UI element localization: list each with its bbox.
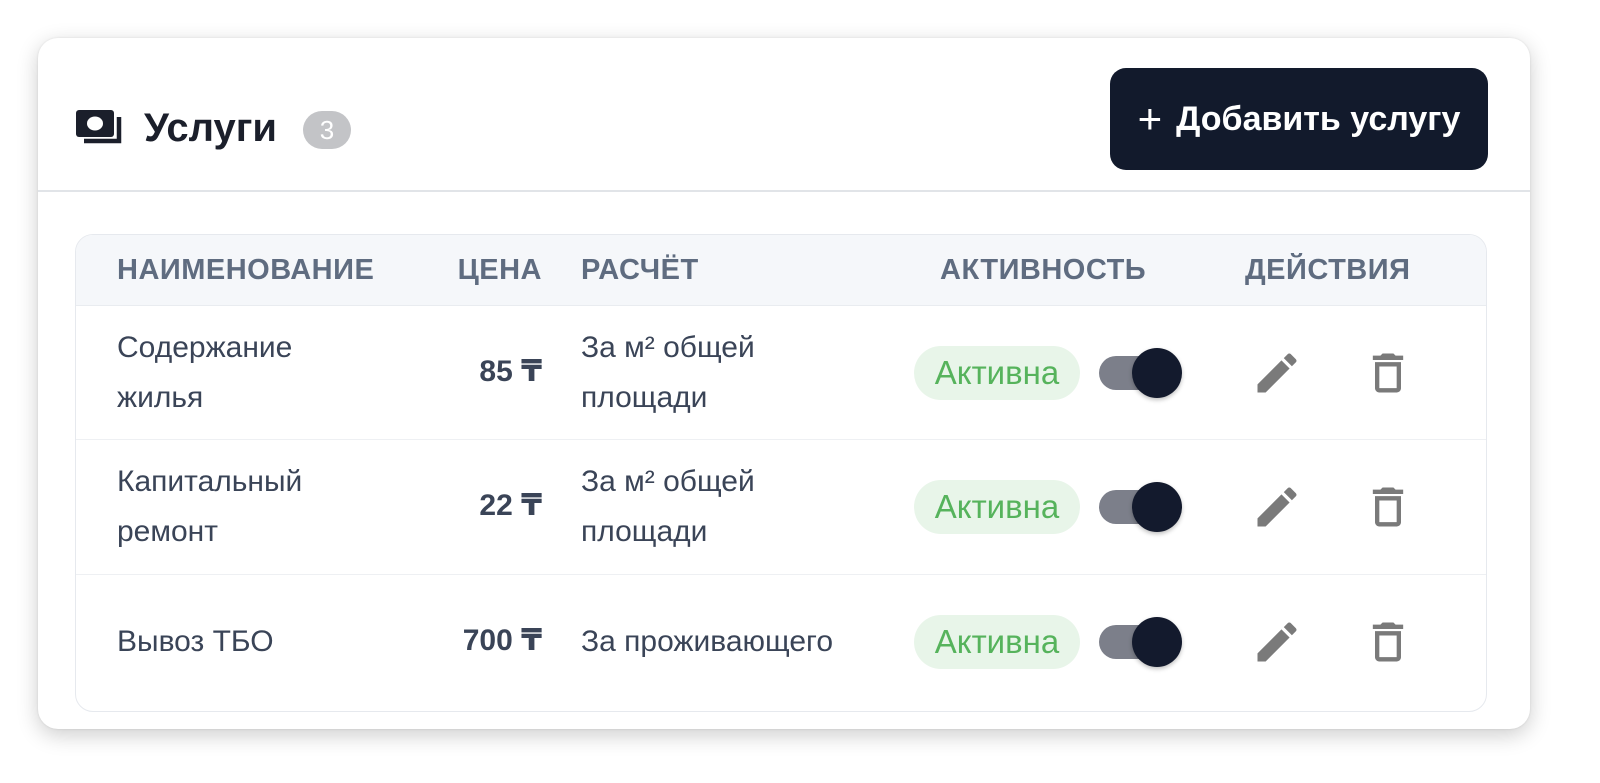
trash-icon[interactable]	[1362, 481, 1414, 533]
table-row: Капитальный ремонт 22 ₸ За м² общей площ…	[76, 440, 1486, 575]
service-calc: За м² общей площади	[581, 465, 755, 548]
toggle-thumb	[1132, 617, 1182, 667]
table-header: НАИМЕНОВАНИЕ ЦЕНА РАСЧЁТ АКТИВНОСТЬ ДЕЙС…	[76, 235, 1486, 306]
activity-toggle[interactable]	[1099, 348, 1183, 398]
service-price: 22 ₸	[479, 489, 542, 522]
table-row: Вывоз ТБО 700 ₸ За проживающего Активна	[76, 575, 1486, 709]
pencil-icon[interactable]	[1251, 347, 1303, 399]
trash-icon[interactable]	[1362, 616, 1414, 668]
table-row: Содержание жилья 85 ₸ За м² общей площад…	[76, 306, 1486, 440]
service-name: Содержание жилья	[117, 331, 293, 414]
activity-toggle[interactable]	[1099, 617, 1183, 667]
service-name: Капитальный ремонт	[117, 465, 303, 548]
service-price: 700 ₸	[462, 624, 542, 657]
status-badge: Активна	[914, 615, 1080, 669]
service-calc: За проживающего	[581, 625, 834, 658]
column-header-name: НАИМЕНОВАНИЕ	[117, 254, 375, 286]
trash-icon[interactable]	[1362, 347, 1414, 399]
pencil-icon[interactable]	[1251, 616, 1303, 668]
service-calc: За м² общей площади	[581, 331, 755, 414]
card-header: Услуги 3 + Добавить услугу	[38, 38, 1530, 192]
toggle-thumb	[1132, 348, 1182, 398]
pencil-icon[interactable]	[1251, 481, 1303, 533]
page-title: Услуги	[144, 106, 277, 150]
activity-toggle[interactable]	[1099, 482, 1183, 532]
service-price: 85 ₸	[479, 355, 542, 388]
status-badge: Активна	[914, 480, 1080, 534]
column-header-calc: РАСЧЁТ	[581, 254, 699, 286]
add-service-label: Добавить услугу	[1176, 99, 1461, 138]
column-header-price: ЦЕНА	[457, 254, 542, 286]
money-icon	[76, 110, 122, 144]
services-count-badge: 3	[303, 111, 351, 149]
service-name: Вывоз ТБО	[117, 625, 274, 658]
plus-icon: +	[1137, 95, 1163, 142]
add-service-button[interactable]: + Добавить услугу	[1110, 68, 1488, 170]
column-header-activity: АКТИВНОСТЬ	[940, 254, 1147, 286]
column-header-actions: ДЕЙСТВИЯ	[1245, 254, 1411, 286]
services-table: НАИМЕНОВАНИЕ ЦЕНА РАСЧЁТ АКТИВНОСТЬ ДЕЙС…	[75, 234, 1487, 712]
services-card: Услуги 3 + Добавить услугу НАИМЕНОВАНИЕ …	[38, 38, 1530, 729]
toggle-thumb	[1132, 482, 1182, 532]
status-badge: Активна	[914, 346, 1080, 400]
